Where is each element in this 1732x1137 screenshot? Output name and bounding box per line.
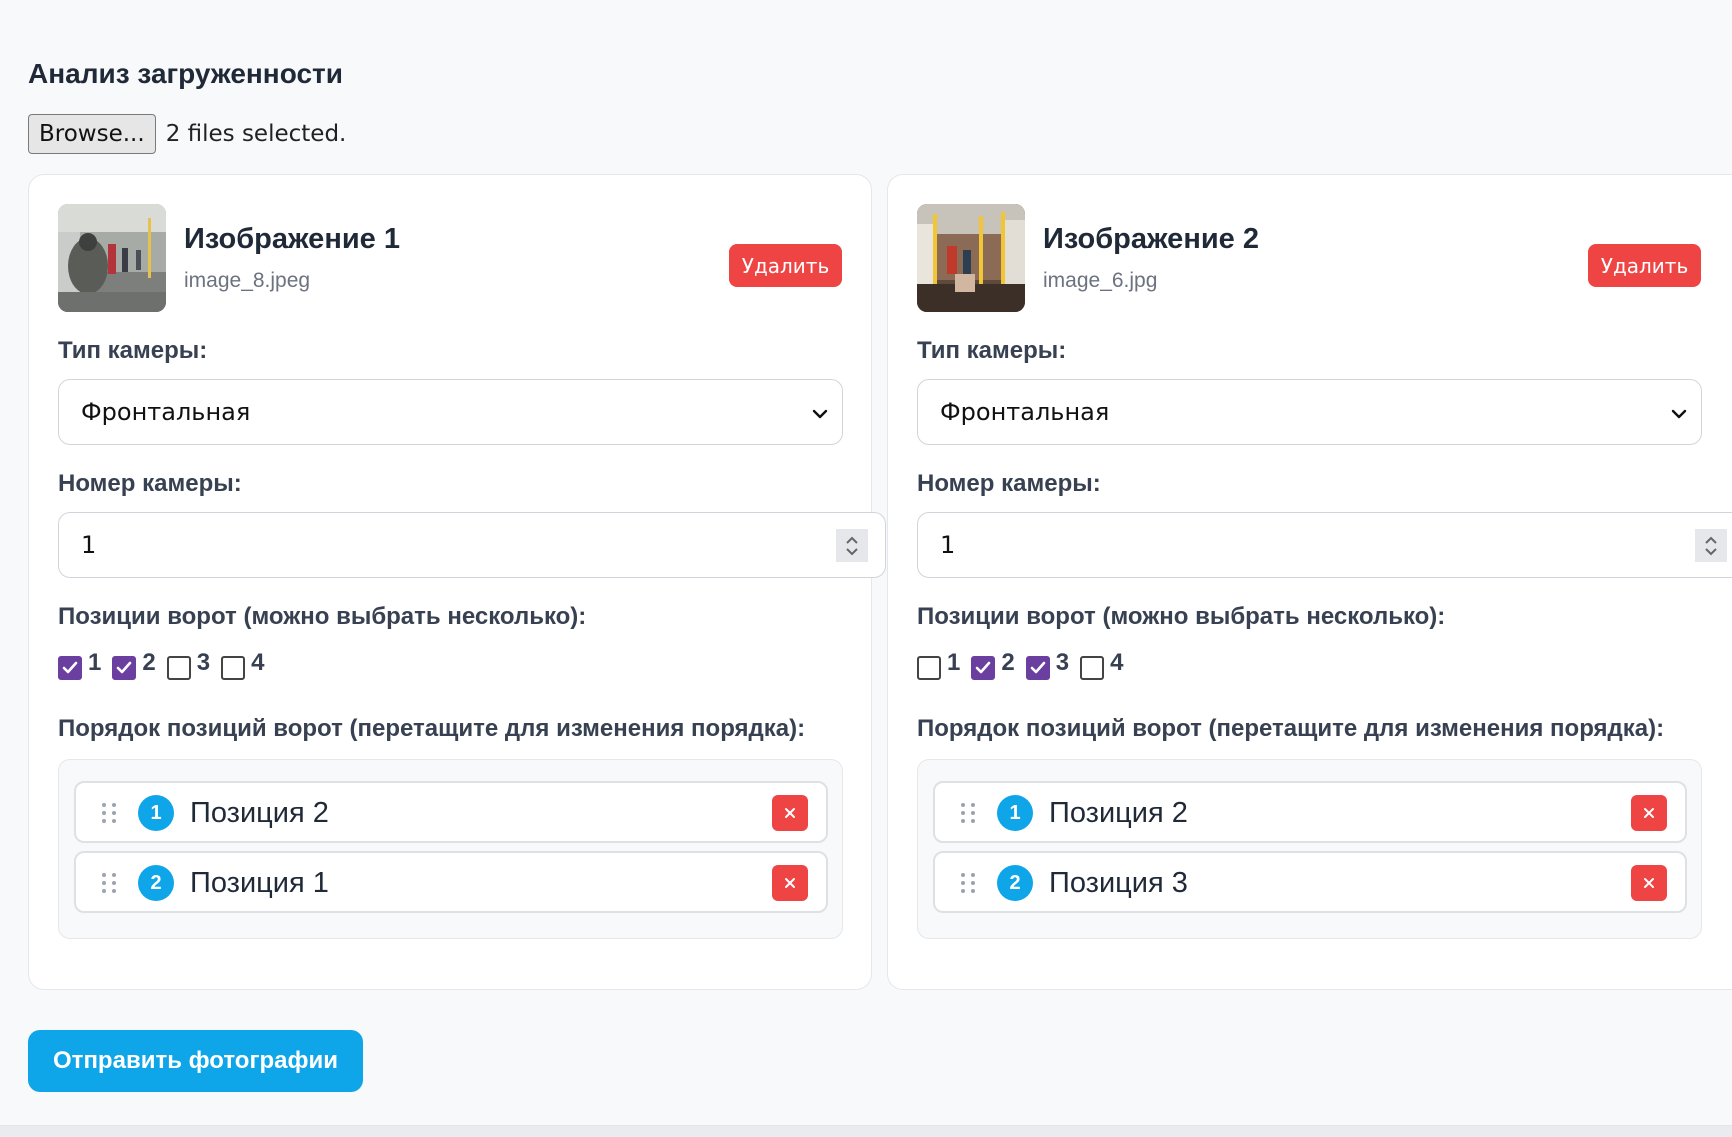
camera-type-select[interactable]: Фронтальная [917, 379, 1702, 445]
browse-button[interactable]: Browse... [28, 114, 156, 154]
drag-handle-icon[interactable] [98, 801, 120, 830]
file-status: 2 files selected. [165, 121, 347, 147]
checkbox-label: 1 [947, 649, 961, 676]
close-icon [785, 878, 795, 888]
camera-number-label: Номер камеры: [917, 470, 1101, 497]
order-item-label: Позиция 3 [1049, 867, 1188, 899]
camera-type-value: Фронтальная [940, 398, 1110, 426]
remove-button[interactable] [772, 865, 808, 901]
checkbox[interactable] [1080, 656, 1105, 680]
gate-position-option[interactable]: 1 [917, 649, 960, 680]
card-title: Изображение 2 [1043, 223, 1259, 255]
close-icon [785, 808, 795, 818]
remove-button[interactable] [1631, 865, 1667, 901]
card-title: Изображение 1 [184, 223, 400, 255]
camera-type-value: Фронтальная [81, 398, 251, 426]
gate-order-list: 1 Позиция 2 2 Позиция 1 [58, 759, 843, 939]
page: Анализ загруженности Browse... 2 files s… [0, 0, 1732, 1126]
order-item[interactable]: 2 Позиция 1 [74, 851, 828, 913]
order-item[interactable]: 2 Позиция 3 [933, 851, 1687, 913]
spinner-arrows-icon[interactable] [1695, 529, 1727, 562]
gate-position-option[interactable]: 4 [1080, 649, 1123, 680]
order-item-label: Позиция 1 [190, 867, 329, 899]
camera-number-value: 1 [81, 531, 97, 559]
camera-number-label: Номер камеры: [58, 470, 242, 497]
checkbox-label: 4 [251, 649, 265, 676]
gate-position-option[interactable]: 4 [221, 649, 264, 680]
gate-position-option[interactable]: 3 [1025, 649, 1070, 680]
gate-positions-group: 1 2 3 4 [58, 649, 275, 680]
spinner-arrows-icon[interactable] [836, 529, 868, 562]
drag-handle-icon[interactable] [98, 871, 120, 900]
chevron-down-icon [1669, 402, 1689, 430]
camera-number-value: 1 [940, 531, 956, 559]
checkbox-label: 2 [1001, 649, 1015, 676]
card-filename: image_8.jpeg [184, 269, 311, 292]
close-icon [1644, 878, 1654, 888]
delete-button[interactable]: Удалить [1588, 244, 1701, 287]
checkbox[interactable] [58, 656, 82, 680]
order-item[interactable]: 1 Позиция 2 [74, 781, 828, 843]
page-title: Анализ загруженности [28, 58, 343, 89]
order-item-label: Позиция 2 [1049, 797, 1188, 829]
check-icon [976, 661, 991, 674]
checkbox-label: 4 [1110, 649, 1124, 676]
checkbox-label: 3 [196, 649, 211, 676]
gate-positions-label: Позиции ворот (можно выбрать несколько): [58, 603, 587, 630]
checkbox[interactable] [1025, 656, 1050, 680]
submit-photos-button[interactable]: Отправить фотографии [28, 1030, 363, 1092]
checkbox-label: 1 [88, 649, 102, 676]
image-card: Изображение 2 image_6.jpg Удалить Тип ка… [887, 174, 1732, 990]
gate-position-option[interactable]: 2 [112, 649, 156, 680]
delete-button[interactable]: Удалить [729, 244, 842, 287]
checkbox[interactable] [221, 656, 246, 680]
gate-order-label: Порядок позиций ворот (перетащите для из… [58, 715, 806, 742]
chevron-down-icon [810, 402, 830, 430]
image-thumbnail [58, 204, 166, 312]
drag-handle-icon[interactable] [957, 801, 979, 830]
checkbox[interactable] [917, 656, 941, 680]
camera-type-select[interactable]: Фронтальная [58, 379, 843, 445]
checkbox[interactable] [166, 656, 191, 680]
close-icon [1644, 808, 1654, 818]
check-icon [62, 661, 78, 674]
file-input: Browse... 2 files selected. [28, 114, 346, 154]
checkbox[interactable] [971, 656, 996, 680]
gate-position-option[interactable]: 1 [58, 649, 101, 680]
gate-order-label: Порядок позиций ворот (перетащите для из… [917, 715, 1665, 742]
gate-positions-label: Позиции ворот (можно выбрать несколько): [917, 603, 1446, 630]
drag-handle-icon[interactable] [957, 871, 979, 900]
card-filename: image_6.jpg [1043, 269, 1158, 292]
camera-type-label: Тип камеры: [917, 337, 1067, 364]
order-index-badge: 1 [997, 795, 1033, 831]
checkbox-label: 3 [1055, 649, 1070, 676]
gate-position-option[interactable]: 2 [971, 649, 1015, 680]
order-index-badge: 2 [997, 865, 1033, 901]
check-icon [117, 661, 132, 674]
checkbox[interactable] [112, 656, 137, 680]
gate-positions-group: 1 2 3 4 [917, 649, 1134, 680]
gate-position-option[interactable]: 3 [166, 649, 211, 680]
image-thumbnail [917, 204, 1025, 312]
order-index-badge: 1 [138, 795, 174, 831]
remove-button[interactable] [772, 795, 808, 831]
order-index-badge: 2 [138, 865, 174, 901]
camera-number-input[interactable]: 1 [917, 512, 1732, 578]
image-card: Изображение 1 image_8.jpeg Удалить Тип к… [28, 174, 886, 990]
gate-order-list: 1 Позиция 2 2 Позиция 3 [917, 759, 1702, 939]
checkbox-label: 2 [142, 649, 156, 676]
camera-number-input[interactable]: 1 [58, 512, 886, 578]
camera-type-label: Тип камеры: [58, 337, 208, 364]
order-item[interactable]: 1 Позиция 2 [933, 781, 1687, 843]
remove-button[interactable] [1631, 795, 1667, 831]
order-item-label: Позиция 2 [190, 797, 329, 829]
check-icon [1030, 661, 1046, 674]
